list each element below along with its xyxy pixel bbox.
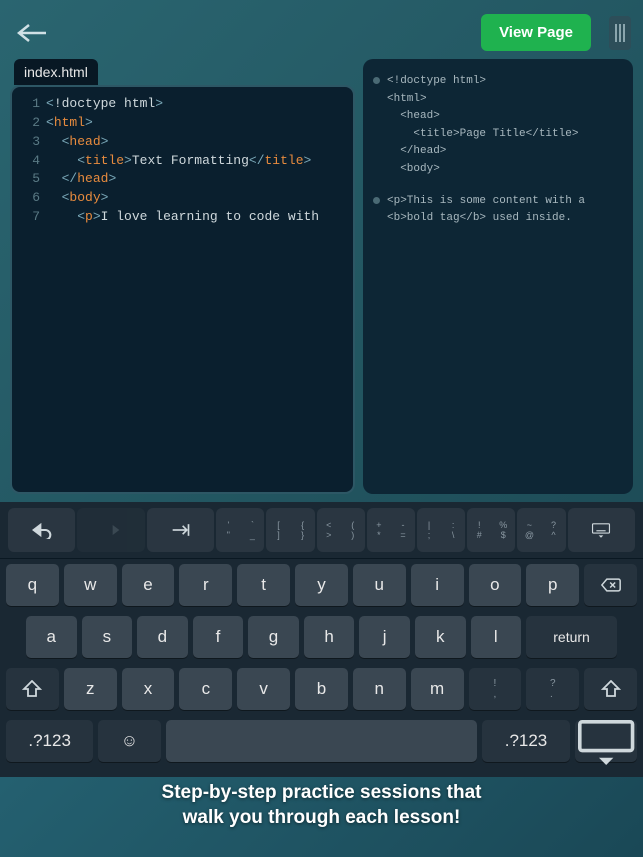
sym-angles[interactable]: <(>) — [317, 508, 365, 552]
emoji-key[interactable]: ☺ — [98, 720, 160, 762]
code-line-content[interactable]: <head> — [46, 133, 108, 152]
key-a[interactable]: a — [26, 616, 77, 658]
dismiss-keyboard-button[interactable] — [568, 508, 635, 552]
backspace-key[interactable] — [584, 564, 637, 606]
key-e[interactable]: e — [122, 564, 175, 606]
key-m[interactable]: m — [411, 668, 464, 710]
key-r[interactable]: r — [179, 564, 232, 606]
key-o[interactable]: o — [469, 564, 522, 606]
hint-block-1: <!doctype html> <html> <head> <title>Pag… — [373, 73, 623, 179]
undo-button[interactable] — [8, 508, 75, 552]
view-page-button[interactable]: View Page — [481, 14, 591, 51]
key-i[interactable]: i — [411, 564, 464, 606]
key-v[interactable]: v — [237, 668, 290, 710]
key-q[interactable]: q — [6, 564, 59, 606]
key-y[interactable]: y — [295, 564, 348, 606]
code-line-content[interactable]: <p>I love learning to code with — [46, 208, 319, 227]
shift-key-right[interactable] — [584, 668, 637, 710]
numbers-key-right[interactable]: .?123 — [482, 720, 569, 762]
line-number: 5 — [18, 170, 40, 189]
key-d[interactable]: d — [137, 616, 188, 658]
hint-panel: <!doctype html> <html> <head> <title>Pag… — [363, 59, 633, 494]
sym-math[interactable]: +-*= — [367, 508, 415, 552]
line-number: 2 — [18, 114, 40, 133]
key-s[interactable]: s — [82, 616, 133, 658]
numbers-key-left[interactable]: .?123 — [6, 720, 93, 762]
key-u[interactable]: u — [353, 564, 406, 606]
redo-button[interactable] — [77, 508, 144, 552]
punct-key-2[interactable]: ?. — [526, 668, 579, 710]
key-p[interactable]: p — [526, 564, 579, 606]
code-line-content[interactable]: <body> — [46, 189, 108, 208]
line-number: 4 — [18, 152, 40, 171]
code-line-content[interactable]: <title>Text Formatting</title> — [46, 152, 311, 171]
keyboard: '`"_ [{]} <(>) +-*= |:;\ !%#$ ~?@^ qwert… — [0, 502, 643, 777]
key-g[interactable]: g — [248, 616, 299, 658]
key-b[interactable]: b — [295, 668, 348, 710]
back-button[interactable] — [16, 19, 48, 47]
marketing-caption: Step-by-step practice sessions that walk… — [0, 772, 643, 839]
return-key[interactable]: return — [526, 616, 617, 658]
filename-tab[interactable]: index.html — [14, 59, 98, 85]
key-t[interactable]: t — [237, 564, 290, 606]
code-editor[interactable]: 1 <!doctype html> 2 <html> 3 <head> 4 <title>… — [10, 85, 355, 494]
line-number: 7 — [18, 208, 40, 227]
key-w[interactable]: w — [64, 564, 117, 606]
key-c[interactable]: c — [179, 668, 232, 710]
key-x[interactable]: x — [122, 668, 175, 710]
sym-brackets[interactable]: [{]} — [266, 508, 314, 552]
code-line-content[interactable]: <html> — [46, 114, 93, 133]
hint-block-2: <p>This is some content with a <b>bold t… — [373, 193, 623, 228]
panel-drag-handle[interactable] — [609, 16, 631, 50]
sym-misc[interactable]: ~?@^ — [517, 508, 565, 552]
code-line-content[interactable]: <!doctype html> — [46, 95, 163, 114]
sym-punct[interactable]: |:;\ — [417, 508, 465, 552]
key-h[interactable]: h — [304, 616, 355, 658]
key-k[interactable]: k — [415, 616, 466, 658]
key-j[interactable]: j — [359, 616, 410, 658]
tab-button[interactable] — [147, 508, 214, 552]
punct-key-1[interactable]: !, — [469, 668, 522, 710]
sym-quotes[interactable]: '`"_ — [216, 508, 264, 552]
spacebar[interactable] — [166, 720, 478, 762]
code-line-content[interactable]: </head> — [46, 170, 116, 189]
sym-special[interactable]: !%#$ — [467, 508, 515, 552]
line-number: 6 — [18, 189, 40, 208]
key-l[interactable]: l — [471, 616, 522, 658]
line-number: 3 — [18, 133, 40, 152]
shift-key-left[interactable] — [6, 668, 59, 710]
line-number: 1 — [18, 95, 40, 114]
key-z[interactable]: z — [64, 668, 117, 710]
hide-keyboard-key[interactable] — [575, 720, 637, 762]
key-f[interactable]: f — [193, 616, 244, 658]
key-n[interactable]: n — [353, 668, 406, 710]
